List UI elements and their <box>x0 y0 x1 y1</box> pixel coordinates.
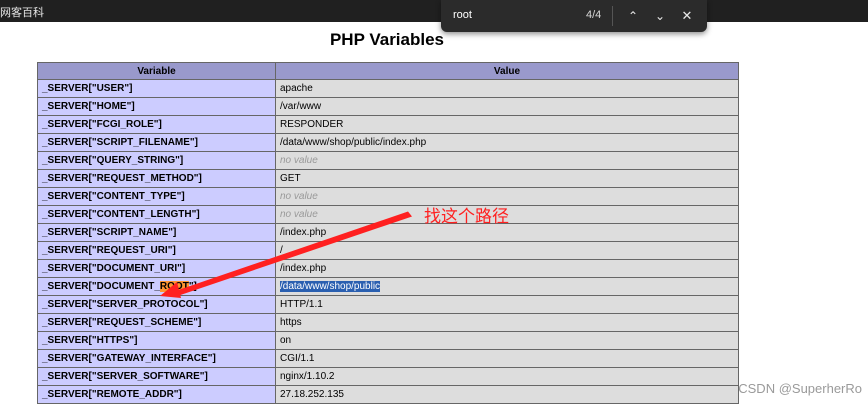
variable-cell: _SERVER["USER"] <box>37 79 276 98</box>
variable-cell: _SERVER["QUERY_STRING"] <box>37 151 276 170</box>
value-cell: no value <box>275 151 739 170</box>
find-match-highlight: ROOT <box>159 281 189 292</box>
variable-cell: _SERVER["CONTENT_LENGTH"] <box>37 205 276 224</box>
variable-cell: _SERVER["GATEWAY_INTERFACE"] <box>37 349 276 368</box>
variable-cell: _SERVER["HTTPS"] <box>37 331 276 350</box>
value-cell: CGI/1.1 <box>275 349 739 368</box>
variable-cell: _SERVER["REQUEST_URI"] <box>37 241 276 260</box>
variable-cell: _SERVER["REQUEST_SCHEME"] <box>37 313 276 332</box>
table-row: _SERVER["CONTENT_TYPE"] no value <box>37 187 739 206</box>
variable-cell: _SERVER["SCRIPT_NAME"] <box>37 223 276 242</box>
chevron-down-icon[interactable]: ⌄ <box>649 6 671 26</box>
value-cell: /index.php <box>275 259 739 278</box>
variable-cell: _SERVER["SERVER_SOFTWARE"] <box>37 367 276 386</box>
value-cell: https <box>275 313 739 332</box>
value-cell: RESPONDER <box>275 115 739 134</box>
table-header-row: Variable Value <box>37 62 739 80</box>
column-header-value: Value <box>275 62 739 80</box>
table-row: _SERVER["FCGI_ROLE"] RESPONDER <box>37 115 739 134</box>
annotation-text: 找这个路径 <box>424 207 509 227</box>
table-row: _SERVER["REQUEST_SCHEME"] https <box>37 313 739 332</box>
variable-cell: _SERVER["DOCUMENT_ROOT"] <box>37 277 276 296</box>
find-match-count: 4/4 <box>586 9 602 21</box>
value-cell: HTTP/1.1 <box>275 295 739 314</box>
close-icon[interactable]: ✕ <box>676 6 698 26</box>
table-row: _SERVER["GATEWAY_INTERFACE"] CGI/1.1 <box>37 349 739 368</box>
table-row: _SERVER["CONTENT_LENGTH"] no value <box>37 205 739 224</box>
table-row: _SERVER["USER"] apache <box>37 79 739 98</box>
value-cell: /data/www/shop/public <box>275 277 739 296</box>
chevron-up-icon[interactable]: ⌃ <box>622 6 644 26</box>
value-cell: / <box>275 241 739 260</box>
variable-cell: _SERVER["REQUEST_METHOD"] <box>37 169 276 188</box>
table-row: _SERVER["REMOTE_ADDR"] 27.18.252.135 <box>37 385 739 404</box>
value-cell: /var/www <box>275 97 739 116</box>
variable-cell: _SERVER["DOCUMENT_URI"] <box>37 259 276 278</box>
table-row: _SERVER["REQUEST_METHOD"] GET <box>37 169 739 188</box>
table-row: _SERVER["SERVER_SOFTWARE"] nginx/1.10.2 <box>37 367 739 386</box>
variable-cell: _SERVER["SCRIPT_FILENAME"] <box>37 133 276 152</box>
table-row: _SERVER["REQUEST_URI"] / <box>37 241 739 260</box>
table-row: _SERVER["HTTPS"] on <box>37 331 739 350</box>
php-variables-table: Variable Value _SERVER["USER"] apache _SER… <box>37 62 739 404</box>
value-cell: nginx/1.10.2 <box>275 367 739 386</box>
table-row: _SERVER["SERVER_PROTOCOL"] HTTP/1.1 <box>37 295 739 314</box>
table-row: _SERVER["HOME"]/var/www <box>37 97 739 116</box>
variable-cell: _SERVER["REMOTE_ADDR"] <box>37 385 276 404</box>
table-row: _SERVER["SCRIPT_NAME"]/index.php <box>37 223 739 242</box>
table-row: _SERVER["QUERY_STRING"] no value <box>37 151 739 170</box>
value-cell: /data/www/shop/public/index.php <box>275 133 739 152</box>
variable-cell: _SERVER["HOME"] <box>37 97 276 116</box>
variable-cell: _SERVER["FCGI_ROLE"] <box>37 115 276 134</box>
tab-title[interactable]: 网客百科 <box>0 4 44 20</box>
column-header-variable: Variable <box>37 62 276 80</box>
value-cell: on <box>275 331 739 350</box>
value-cell: apache <box>275 79 739 98</box>
variable-cell: _SERVER["SERVER_PROTOCOL"] <box>37 295 276 314</box>
find-query-input[interactable]: root <box>453 9 472 21</box>
find-bar-divider <box>612 6 613 26</box>
watermark: CSDN @SuperherRo <box>738 381 862 396</box>
table-row: _SERVER["SCRIPT_FILENAME"]/data/www/shop… <box>37 133 739 152</box>
table-row: _SERVER["DOCUMENT_URI"]/index.php <box>37 259 739 278</box>
browser-top-bar: 网客百科 <box>0 0 868 22</box>
page-title: PHP Variables <box>329 30 445 49</box>
table-row: _SERVER["DOCUMENT_ROOT"] /data/www/shop/p… <box>37 277 739 296</box>
find-bar: root 4/4 ⌃ ⌄ ✕ <box>441 0 707 32</box>
variable-cell: _SERVER["CONTENT_TYPE"] <box>37 187 276 206</box>
selected-text[interactable]: /data/www/shop/public <box>280 281 381 292</box>
value-cell: 27.18.252.135 <box>275 385 739 404</box>
value-cell: GET <box>275 169 739 188</box>
